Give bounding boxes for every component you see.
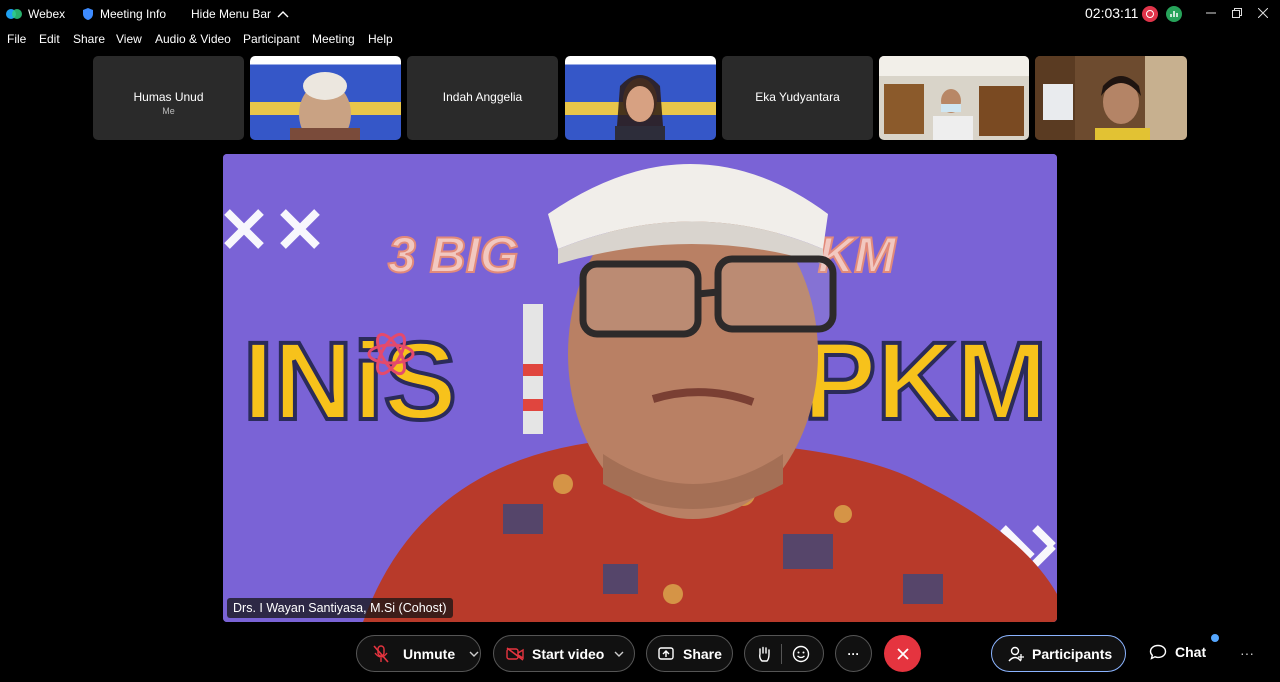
menu-share[interactable]: Share (73, 32, 105, 46)
main-video[interactable]: 3 BIG KM INiS PKM Drs. I Wayan Santiyasa… (223, 154, 1057, 622)
participants-icon (1008, 646, 1024, 661)
chat-notification-badge (1211, 634, 1219, 642)
menu-help[interactable]: Help (368, 32, 393, 46)
participant-tile-indah-anggelia[interactable]: Indah Anggelia (407, 56, 558, 140)
slide-title-left: INiS (243, 320, 457, 443)
video-off-icon (506, 646, 524, 661)
start-video-label: Start video (532, 645, 605, 662)
participants-button[interactable]: Participants (991, 635, 1126, 672)
shield-icon (83, 8, 93, 20)
menu-view[interactable]: View (116, 32, 142, 46)
menu-participant[interactable]: Participant (243, 32, 300, 46)
menu-edit[interactable]: Edit (39, 32, 60, 46)
speaker-video-feed: 3 BIG KM INiS PKM (223, 154, 1057, 622)
more-panels-button[interactable]: ··· (1240, 645, 1254, 661)
app-name: Webex (28, 7, 66, 21)
hide-menu-label: Hide Menu Bar (191, 7, 272, 21)
divider (781, 643, 782, 664)
slide-heading-left: 3 BIG (388, 227, 519, 283)
menu-meeting[interactable]: Meeting (312, 32, 355, 46)
participant-video (290, 72, 360, 140)
participant-video (879, 56, 1029, 140)
microphone-muted-icon (373, 644, 389, 663)
participant-video (1035, 56, 1187, 140)
unmute-label: Unmute (403, 645, 456, 662)
chevron-up-icon (277, 11, 289, 18)
menu-audio-video[interactable]: Audio & Video (155, 32, 231, 46)
participant-tile-eka-yudyantara[interactable]: Eka Yudyantara (722, 56, 873, 140)
participant-tile-video[interactable] (250, 56, 401, 140)
more-label: ··· (847, 646, 860, 661)
participant-tile-humas-unud[interactable]: Humas Unud Me (93, 56, 244, 140)
chat-bubble-icon (1149, 644, 1167, 660)
minimize-icon[interactable] (1201, 4, 1221, 22)
participant-name: Indah Anggelia (442, 90, 523, 104)
participant-name: Eka Yudyantara (755, 90, 840, 104)
recording-indicator-icon[interactable] (1142, 6, 1158, 22)
webex-logo-icon (6, 9, 22, 19)
participants-label: Participants (1032, 645, 1113, 662)
close-icon (896, 647, 909, 660)
participant-me-label: Me (162, 106, 175, 116)
participant-tile-video[interactable] (565, 56, 716, 140)
chat-label: Chat (1175, 644, 1207, 660)
restore-icon[interactable] (1227, 4, 1247, 22)
meeting-info-label: Meeting Info (100, 7, 167, 21)
participant-video (615, 75, 665, 140)
reactions-group (744, 635, 824, 672)
share-screen-icon (658, 646, 674, 660)
connection-status-icon[interactable] (1166, 6, 1182, 22)
webex-app[interactable]: Webex (6, 6, 65, 22)
start-video-button[interactable]: Start video (493, 635, 635, 672)
unmute-button[interactable]: Unmute (356, 635, 481, 672)
close-icon[interactable] (1253, 4, 1273, 22)
chat-button[interactable]: Chat (1149, 644, 1206, 660)
share-label: Share (683, 645, 722, 662)
chevron-down-icon[interactable] (469, 651, 479, 657)
slide-title-right: PKM (803, 320, 1047, 443)
more-options-button[interactable]: ··· (835, 635, 872, 672)
participant-tile-video[interactable] (1035, 56, 1187, 140)
title-bar: Webex Meeting Info Hide Menu Bar 02:03:1… (0, 0, 1280, 28)
speaker-name-label: Drs. I Wayan Santiyasa, M.Si (Cohost) (227, 598, 453, 618)
meeting-info-button[interactable]: Meeting Info (82, 6, 166, 22)
participant-name: Humas Unud (133, 90, 204, 104)
chevron-down-icon[interactable] (614, 651, 624, 657)
hide-menu-bar-button[interactable]: Hide Menu Bar (191, 6, 289, 22)
meeting-clock: 02:03:11 (1085, 5, 1139, 21)
reactions-icon[interactable] (792, 645, 810, 663)
share-button[interactable]: Share (646, 635, 733, 672)
menu-file[interactable]: File (7, 32, 26, 46)
participant-tile-video[interactable] (879, 56, 1029, 140)
raise-hand-icon[interactable] (757, 646, 771, 662)
end-meeting-button[interactable] (884, 635, 921, 672)
